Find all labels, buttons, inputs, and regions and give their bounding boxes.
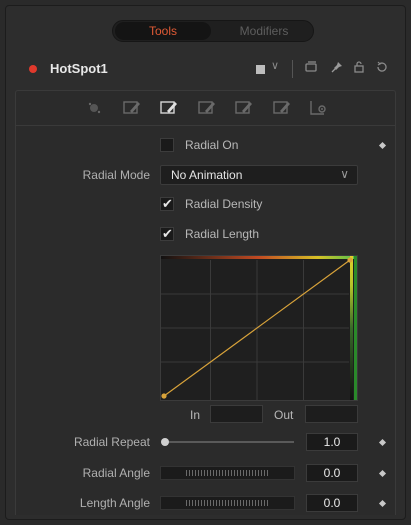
radial-density-checkbox[interactable]: ✔ <box>160 197 174 211</box>
radial-page-icon[interactable] <box>159 99 179 117</box>
radial-on-label: Radial On <box>185 138 239 152</box>
radial-length-label: Radial Length <box>185 227 260 241</box>
lens-page-icon[interactable] <box>234 99 254 117</box>
length-angle-thumbwheel[interactable] <box>160 496 295 510</box>
tab-tools[interactable]: Tools <box>115 21 211 41</box>
tool-enable-dot[interactable] <box>29 65 37 73</box>
pin-icon[interactable] <box>330 60 344 77</box>
radial-angle-thumbwheel[interactable] <box>160 466 295 480</box>
header-divider <box>292 60 293 78</box>
checkmark-icon: ✔ <box>162 226 173 241</box>
radial-angle-label: Radial Angle <box>82 466 150 480</box>
radial-angle-field[interactable]: 0.0 <box>306 464 358 482</box>
settings-page-icon[interactable] <box>309 99 329 117</box>
chevron-down-icon[interactable]: ∨ <box>271 59 279 72</box>
tab-modifiers[interactable]: Modifiers <box>217 21 311 41</box>
control-page-tabs <box>16 91 395 126</box>
length-angle-field[interactable]: 0.0 <box>306 494 358 512</box>
radial-mode-dropdown[interactable]: No Animation ∨ <box>160 165 358 185</box>
radial-repeat-slider-knob[interactable] <box>161 438 169 446</box>
length-angle-label: Length Angle <box>79 496 150 510</box>
lock-icon[interactable] <box>352 60 366 77</box>
color-swatch-icon[interactable] <box>256 65 265 74</box>
tool-header[interactable]: HotSpot1 ∨ <box>15 55 396 83</box>
radial-repeat-label: Radial Repeat <box>73 435 150 449</box>
radial-repeat-field[interactable]: 1.0 <box>306 433 358 451</box>
curve-out-label: Out <box>274 408 294 422</box>
window-icon[interactable] <box>304 60 318 77</box>
curve-point-end[interactable] <box>347 257 353 263</box>
radial-density-label: Radial Density <box>185 197 263 211</box>
radial-repeat-slider-track[interactable] <box>163 441 294 443</box>
tool-name: HotSpot1 <box>50 61 108 76</box>
curve-top-gradient <box>161 256 357 259</box>
inspector-tab-bar: Tools Modifiers <box>112 20 314 42</box>
primary-element-icon[interactable] <box>84 99 104 117</box>
custom-page-icon[interactable] <box>272 99 292 117</box>
curve-right-gradient <box>350 256 353 400</box>
curve-in-label: In <box>190 408 201 422</box>
curve-out-field[interactable] <box>305 405 358 423</box>
stretch-page-icon[interactable] <box>197 99 217 117</box>
chevron-down-icon: ∨ <box>340 167 349 181</box>
radial-mode-value: No Animation <box>171 168 243 182</box>
curve-in-field[interactable] <box>210 405 263 423</box>
curve-green-strip <box>354 256 357 400</box>
reset-icon[interactable] <box>375 60 389 77</box>
radial-on-checkbox[interactable] <box>160 138 174 152</box>
lut-curve-editor[interactable] <box>160 255 358 401</box>
secondary-element-icon[interactable] <box>122 99 142 117</box>
radial-length-checkbox[interactable]: ✔ <box>160 227 174 241</box>
checkmark-icon: ✔ <box>162 196 173 211</box>
curve-graph[interactable] <box>161 256 357 400</box>
curve-point-start[interactable] <box>161 393 167 399</box>
radial-mode-label: Radial Mode <box>82 168 150 182</box>
